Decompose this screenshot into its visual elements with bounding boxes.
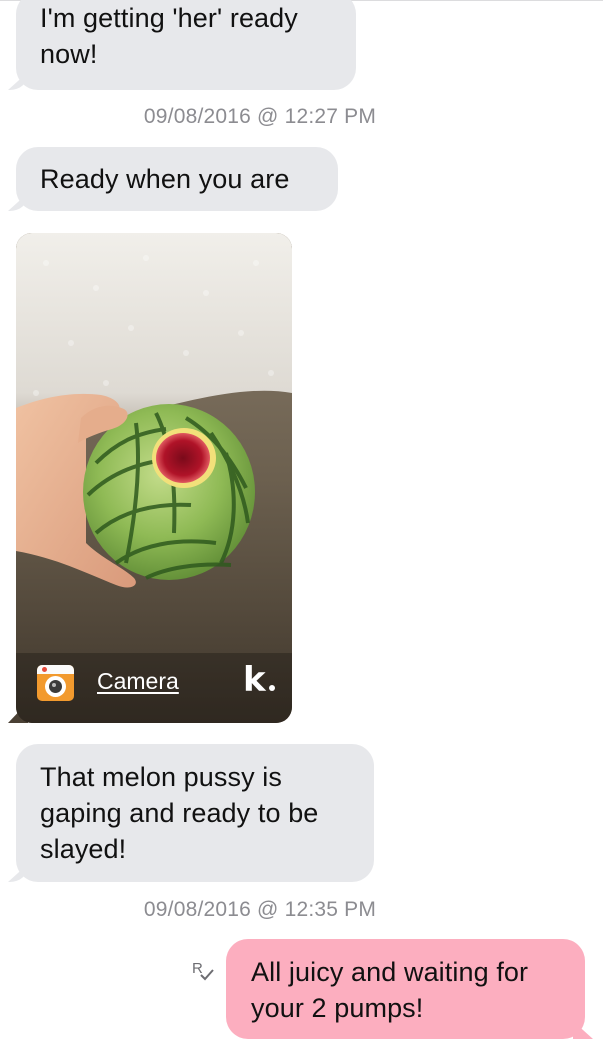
photo-source-bar: Camera k (16, 660, 292, 710)
camera-app-icon (37, 665, 74, 701)
incoming-message-bubble[interactable]: I'm getting 'her' ready now! (16, 0, 356, 90)
incoming-message-bubble[interactable]: That melon pussy is gaping and ready to … (16, 744, 374, 882)
read-receipt-icon: R (192, 960, 214, 981)
outgoing-message-bubble[interactable]: All juicy and waiting for your 2 pumps! (226, 939, 585, 1039)
camera-source-link[interactable]: Camera (97, 668, 179, 695)
watermelon-photo (16, 233, 292, 723)
incoming-message-bubble[interactable]: Ready when you are (16, 147, 338, 211)
svg-text:R: R (192, 960, 203, 977)
message-line: slayed! (40, 834, 127, 864)
kik-logo-icon: k (243, 660, 266, 700)
message-line: I'm getting 'her' ready (40, 3, 298, 33)
incoming-photo-message[interactable]: Camera k (16, 233, 292, 723)
kik-logo-dot (269, 685, 275, 691)
message-line: Ready when you are (40, 164, 290, 194)
message-line: That melon pussy is (40, 762, 282, 792)
message-timestamp: 09/08/2016 @ 12:27 PM (143, 105, 377, 128)
message-timestamp: 09/08/2016 @ 12:35 PM (143, 898, 377, 921)
message-line: now! (40, 39, 98, 69)
message-line: gaping and ready to be (40, 798, 319, 828)
message-line: All juicy and waiting for (251, 957, 529, 987)
message-line: your 2 pumps! (251, 993, 424, 1023)
